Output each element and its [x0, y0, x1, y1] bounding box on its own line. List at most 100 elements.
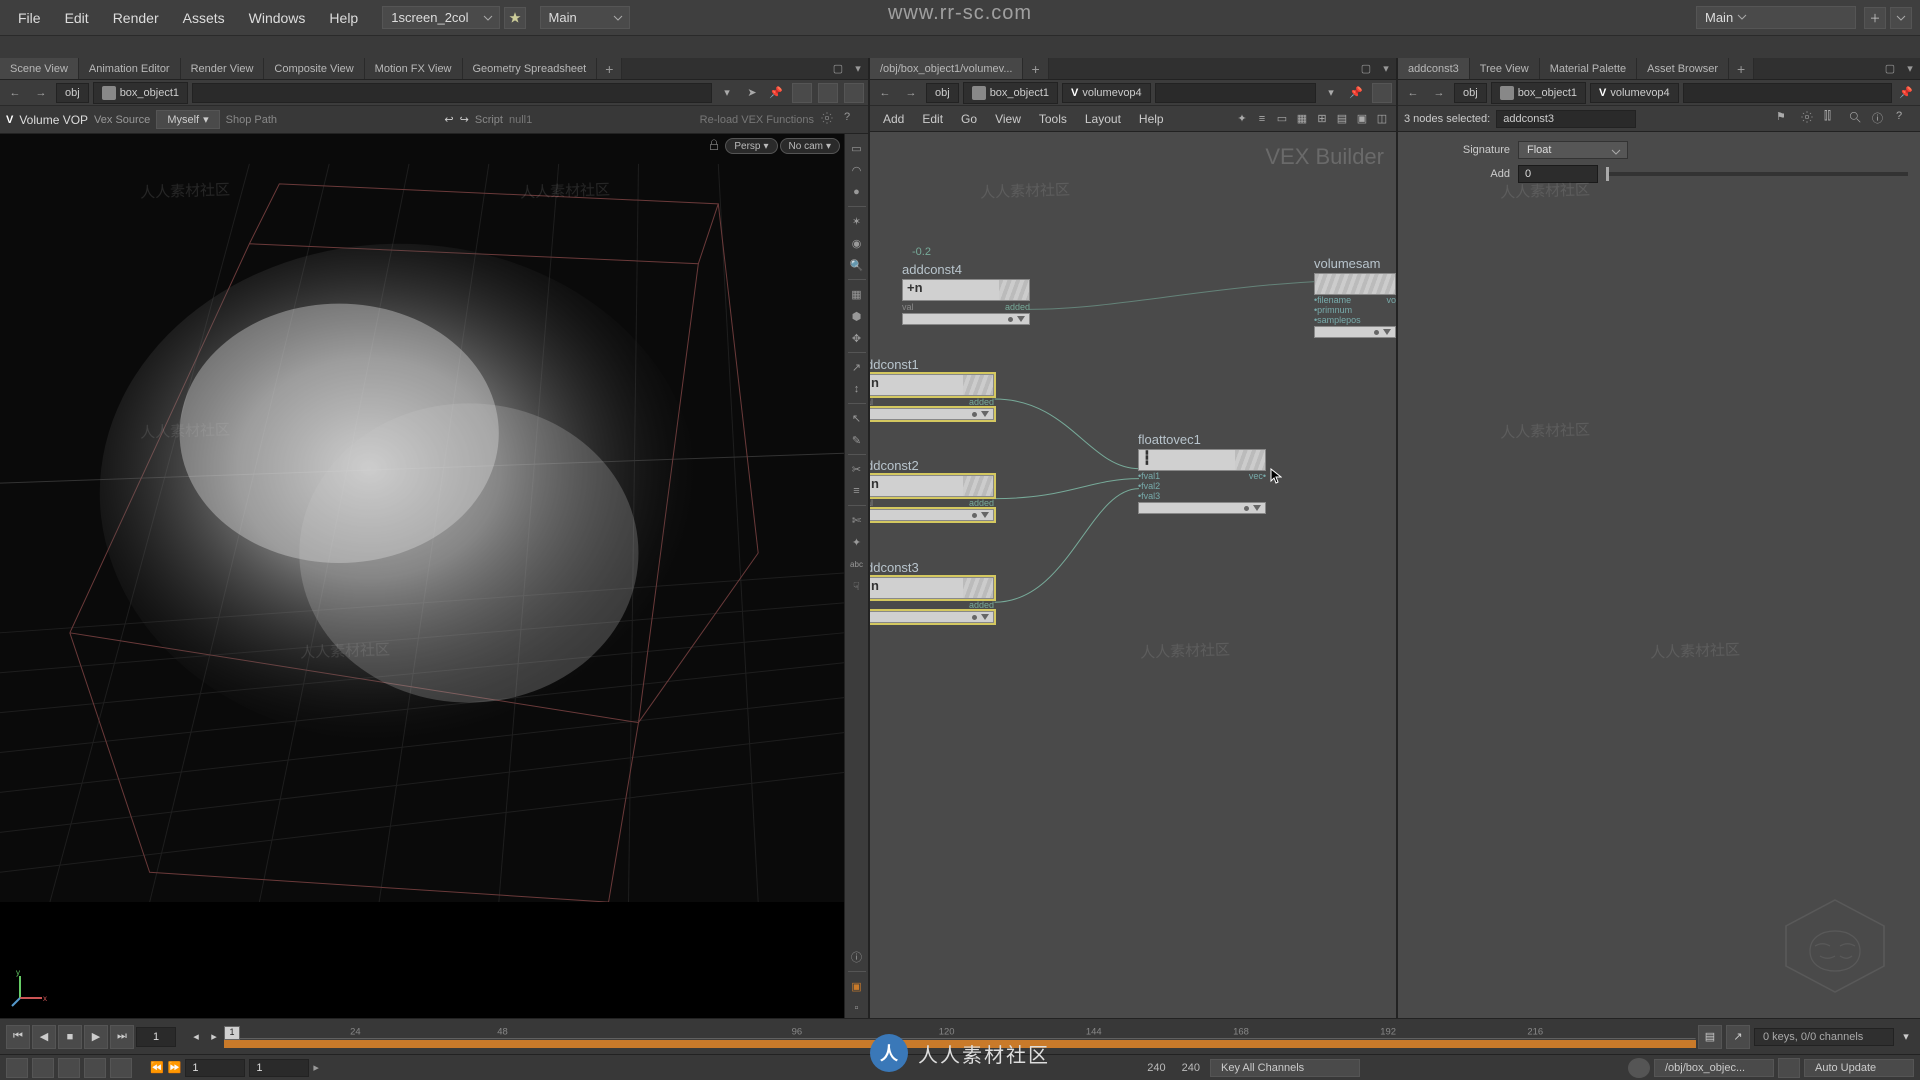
path-root-obj[interactable]: obj	[926, 83, 959, 103]
node-ddconst1[interactable]: ddconst1 n aladded	[870, 357, 994, 420]
tab-tree-view[interactable]: Tree View	[1470, 58, 1540, 79]
stop-button[interactable]: ■	[58, 1025, 82, 1049]
tool-brush-icon[interactable]: ●	[847, 182, 867, 202]
path-root-obj[interactable]: obj	[1454, 83, 1487, 103]
tool-box-small-icon[interactable]: ▫	[847, 998, 867, 1018]
tab-motionfx-view[interactable]: Motion FX View	[365, 58, 463, 79]
flag-icon[interactable]: ⚑	[1776, 110, 1794, 128]
menu-assets[interactable]: Assets	[173, 6, 235, 30]
follow-icon[interactable]: ➤	[742, 83, 762, 103]
path-seg-volumevop4[interactable]: Vvolumevop4	[1062, 83, 1151, 103]
signature-dropdown[interactable]: Float	[1518, 141, 1628, 159]
tab-material-palette[interactable]: Material Palette	[1540, 58, 1637, 79]
boxes-icon[interactable]: ▤	[1332, 109, 1352, 129]
box-icon[interactable]: ▭	[1272, 109, 1292, 129]
tool-lasso-icon[interactable]: ◠	[847, 160, 867, 180]
cook-btn[interactable]	[1778, 1058, 1800, 1078]
menubar-chevron-icon[interactable]	[1890, 7, 1912, 29]
netmenu-go[interactable]: Go	[952, 109, 986, 129]
path-input[interactable]	[1683, 83, 1892, 103]
path-btn[interactable]	[1372, 83, 1392, 103]
botbtn-2[interactable]	[32, 1058, 54, 1078]
play-last-button[interactable]: ⏭	[110, 1025, 134, 1049]
wand-icon[interactable]: ✦	[1232, 109, 1252, 129]
netmenu-layout[interactable]: Layout	[1076, 109, 1130, 129]
pane-maximize-icon[interactable]: ▢	[1356, 58, 1376, 79]
botbtn-4[interactable]	[84, 1058, 106, 1078]
tool-magnify-icon[interactable]: 🔍	[847, 255, 867, 275]
tool-lines-icon[interactable]: ≡	[847, 481, 867, 501]
tool-draw-icon[interactable]: ✎	[847, 430, 867, 450]
botbtn-1[interactable]	[6, 1058, 28, 1078]
tab-add[interactable]: +	[1729, 58, 1754, 79]
node-addconst4[interactable]: -0.2 addconst4 +n valadded	[902, 262, 1030, 325]
cook-indicator-icon[interactable]	[1628, 1058, 1650, 1078]
nav-back-icon[interactable]: ←	[4, 82, 26, 104]
tool-abc-icon[interactable]: abc	[847, 554, 867, 574]
path-input[interactable]	[192, 83, 712, 103]
pane-maximize-icon[interactable]: ▢	[828, 58, 848, 79]
filter-icon[interactable]: ⫿⫿	[1824, 110, 1842, 128]
tool-snap-icon[interactable]: ✶	[847, 211, 867, 231]
nav-dropdown-icon[interactable]: ▾	[716, 82, 738, 104]
tool-move-icon[interactable]: ✥	[847, 328, 867, 348]
nav-back-icon[interactable]: ←	[1402, 82, 1424, 104]
step-back-button[interactable]: ◂	[188, 1025, 204, 1049]
path-seg-box-object1[interactable]: box_object1	[93, 82, 188, 104]
path-input[interactable]	[1155, 83, 1316, 103]
pane-menu-icon[interactable]: ▾	[1900, 58, 1920, 79]
help-icon[interactable]: ?	[1896, 110, 1914, 128]
toolbar-btn-1[interactable]	[792, 83, 812, 103]
tool-box-orange-icon[interactable]: ▣	[847, 976, 867, 996]
desktop-dropdown[interactable]: 1screen_2col	[382, 6, 499, 29]
grid2-icon[interactable]: ▦	[1292, 109, 1312, 129]
pin-icon[interactable]: 📌	[1346, 83, 1366, 103]
tool-icon[interactable]: ▣	[1352, 109, 1372, 129]
tab-network-path[interactable]: /obj/box_object1/volumev...	[870, 58, 1023, 79]
step-fwd-button[interactable]: ▸	[206, 1025, 222, 1049]
tab-composite-view[interactable]: Composite View	[264, 58, 364, 79]
search-icon[interactable]	[1848, 110, 1866, 128]
botbtn-5[interactable]	[110, 1058, 132, 1078]
tool-arrow-icon[interactable]: ↗	[847, 357, 867, 377]
netmenu-add[interactable]: Add	[874, 109, 913, 129]
graph-icon[interactable]: ◫	[1372, 109, 1392, 129]
pin-icon[interactable]: 📌	[766, 83, 786, 103]
pin-icon[interactable]: 📌	[1896, 83, 1916, 103]
botbtn-3[interactable]	[58, 1058, 80, 1078]
tab-param-node[interactable]: addconst3	[1398, 58, 1470, 79]
tool-select-icon[interactable]: ▭	[847, 138, 867, 158]
play-fwd-button[interactable]: ▶	[84, 1025, 108, 1049]
nav-dropdown-icon[interactable]: ▾	[1320, 82, 1342, 104]
scope-button[interactable]: Myself▾	[156, 110, 219, 129]
persp-dropdown[interactable]: Persp▾	[725, 138, 777, 154]
grid3-icon[interactable]: ⊞	[1312, 109, 1332, 129]
shelf-star-icon[interactable]	[504, 7, 526, 29]
node-name-field[interactable]: addconst3	[1496, 110, 1636, 128]
tool-pick-icon[interactable]: ↖	[847, 408, 867, 428]
list-icon[interactable]: ≡	[1252, 109, 1272, 129]
tool-scissors-icon[interactable]: ✄	[847, 510, 867, 530]
right-main-dropdown[interactable]: Main	[1696, 6, 1856, 29]
autoupdate-dropdown[interactable]: Auto Update	[1804, 1059, 1914, 1077]
gear-icon[interactable]	[1800, 110, 1818, 128]
nocam-dropdown[interactable]: No cam▾	[780, 138, 840, 154]
range-start-field[interactable]: 1	[185, 1059, 245, 1077]
range-start2-field[interactable]: 1	[249, 1059, 309, 1077]
lock-icon[interactable]	[707, 138, 723, 154]
menu-help[interactable]: Help	[319, 6, 368, 30]
tool-globe-icon[interactable]: ◉	[847, 233, 867, 253]
shoppath-link[interactable]: Shop Path	[226, 114, 277, 126]
tool-grid-icon[interactable]: ▦	[847, 284, 867, 304]
step-prev-icon[interactable]: ⏪	[150, 1061, 164, 1074]
add-slider[interactable]	[1606, 172, 1908, 176]
menu-file[interactable]: File	[8, 6, 51, 30]
current-frame-field[interactable]: 1	[136, 1027, 176, 1047]
tool-comp-icon[interactable]: ✂	[847, 459, 867, 479]
path-seg-box-object1[interactable]: box_object1	[963, 82, 1058, 104]
tab-animation-editor[interactable]: Animation Editor	[79, 58, 181, 79]
tool-magnet-icon[interactable]: ⬢	[847, 306, 867, 326]
node-volumesam[interactable]: volumesam •filenamevo •primnum •samplepo…	[1314, 256, 1396, 338]
menubar-plus-icon[interactable]: ＋	[1864, 7, 1886, 29]
tool-click-icon[interactable]: ☟	[847, 576, 867, 596]
